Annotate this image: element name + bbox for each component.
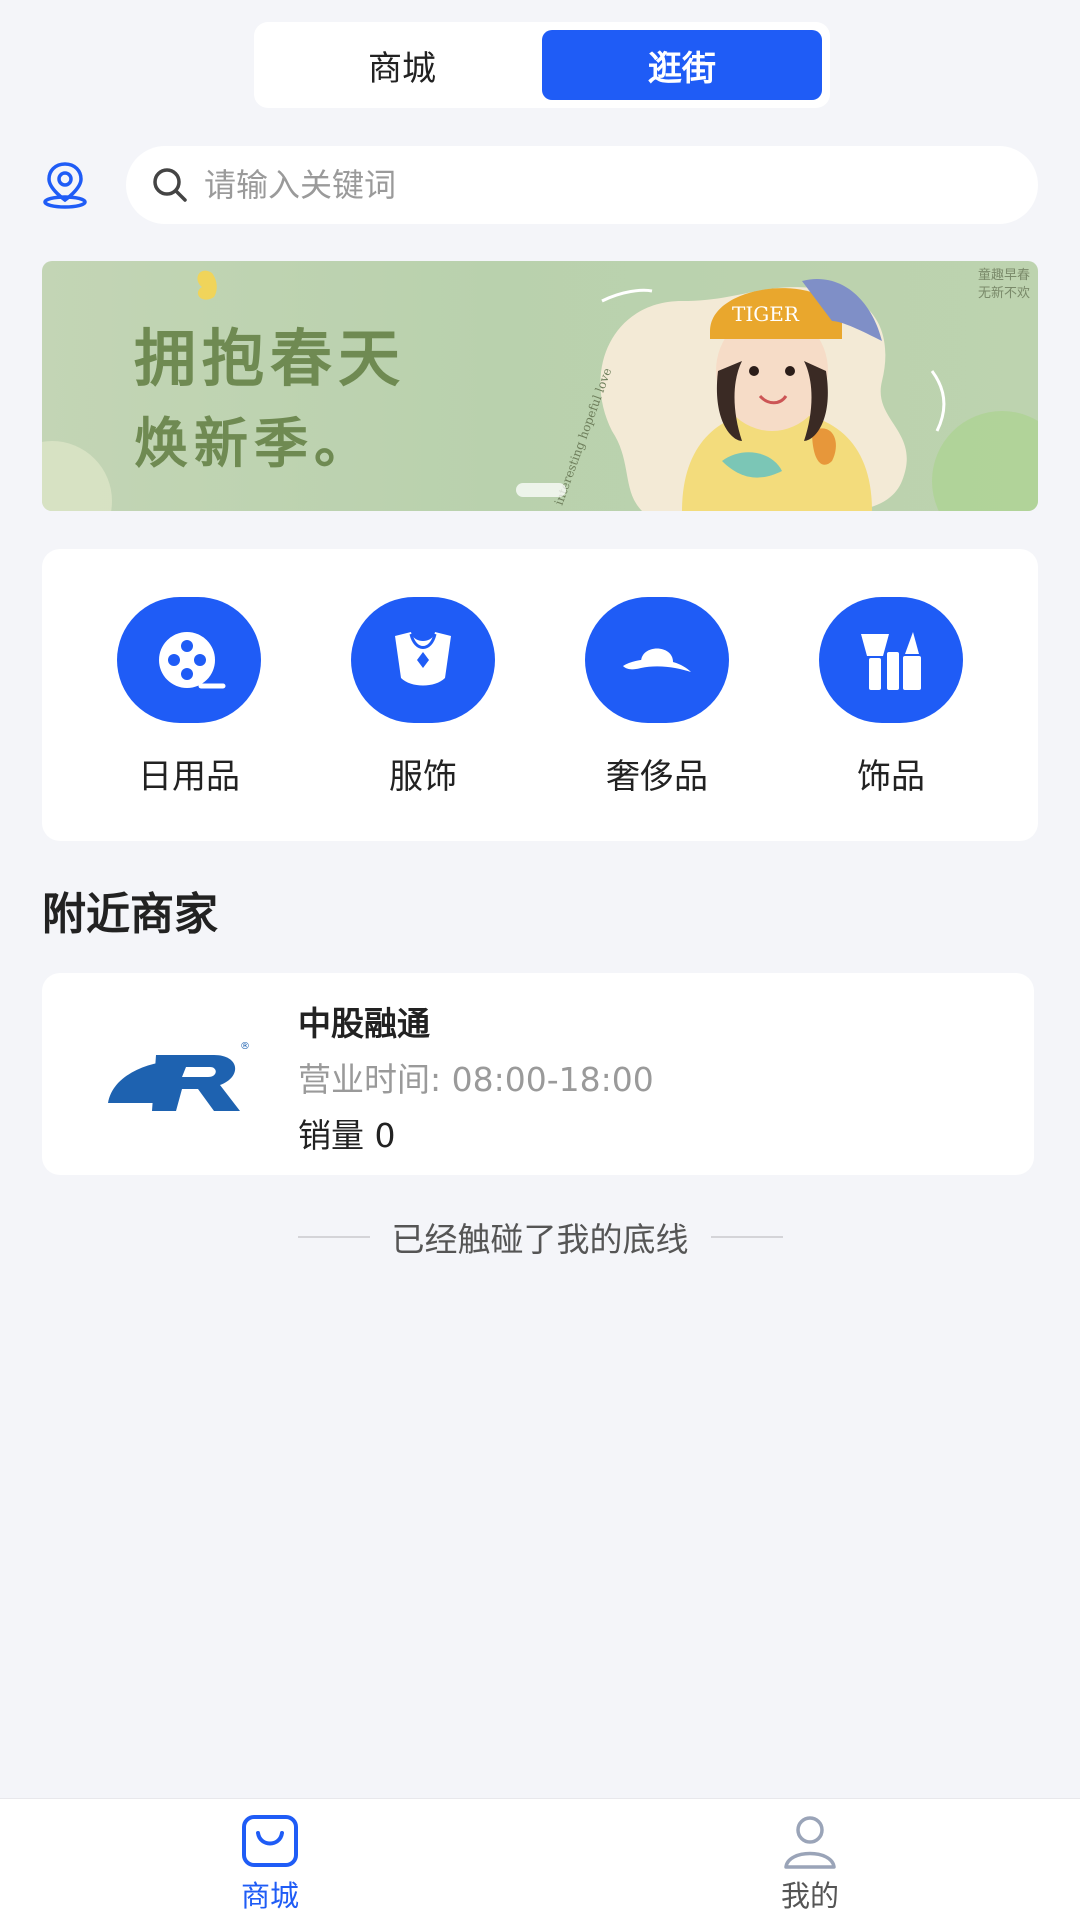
end-of-list-text: 已经触碰了我的底线 [391,1220,689,1259]
necklace-shirt-icon [395,632,451,686]
category-accessories[interactable]: 饰品 [791,597,991,841]
merchant-logo: ® [108,1041,250,1111]
location-pin-icon[interactable] [40,160,90,210]
search-bar[interactable] [126,146,1038,224]
promo-banner[interactable]: TIGER interesting hopeful love 拥抱春天 焕新季。… [42,261,1038,511]
sun-hat-icon [623,648,691,672]
category-icon-bg [117,597,261,723]
tabbar-item-mall[interactable]: 商城 [0,1799,540,1920]
banner-subline: 焕新季。 [134,411,374,475]
category-icon-bg [819,597,963,723]
merchant-card[interactable]: ® 中股融通 营业时间: 08:00-18:00 销量 0 [42,973,1034,1175]
section-title-nearby: 附近商家 [42,889,218,940]
tab-browse[interactable]: 逛街 [542,30,822,100]
category-label: 奢侈品 [606,757,708,797]
bottom-tab-bar: 商城 我的 [0,1798,1080,1920]
category-label: 服饰 [389,757,457,797]
tabbar-item-mine[interactable]: 我的 [540,1799,1080,1920]
category-icon-bg [585,597,729,723]
banner-tag-line-1: 童趣早春 [977,268,1030,283]
merchant-name: 中股融通 [298,1004,430,1043]
page: 商城 逛街 请输入关键词 TIGER interesting hopeful l… [0,0,1080,1920]
logo-trademark: ® [240,1041,250,1052]
category-daily-goods[interactable]: 日用品 [89,597,289,841]
category-card: 日用品 服饰 奢侈品 饰品 [42,549,1038,841]
user-icon [784,1816,836,1869]
banner-tag: 童趣早春 无新不欢 [978,267,1030,303]
film-reel-icon [159,632,226,689]
category-clothing[interactable]: 服饰 [323,597,523,841]
merchant-hours: 营业时间: 08:00-18:00 [298,1060,654,1099]
cosmetics-icon [861,632,921,690]
cap-text: TIGER [732,302,800,326]
merchant-sales: 销量 0 [298,1116,396,1155]
search-input[interactable] [204,166,964,204]
tabbar-label: 商城 [240,1879,299,1913]
shopping-bag-icon [242,1815,298,1867]
tabbar-label: 我的 [780,1879,839,1913]
end-of-list: 已经触碰了我的底线 [272,1212,808,1262]
banner-headline: 拥抱春天 [134,322,407,395]
tab-mall[interactable]: 商城 [262,30,542,100]
category-label: 饰品 [857,757,925,797]
category-icon-bg [351,597,495,723]
banner-tag-line-2: 无新不欢 [977,286,1030,301]
category-label: 日用品 [138,757,240,797]
top-segmented-tabs: 商城 逛街 [254,22,830,108]
banner-pagination-dot [516,483,566,497]
search-icon [153,168,187,202]
category-luxury[interactable]: 奢侈品 [557,597,757,841]
divider [297,1236,370,1238]
divider [710,1236,783,1238]
